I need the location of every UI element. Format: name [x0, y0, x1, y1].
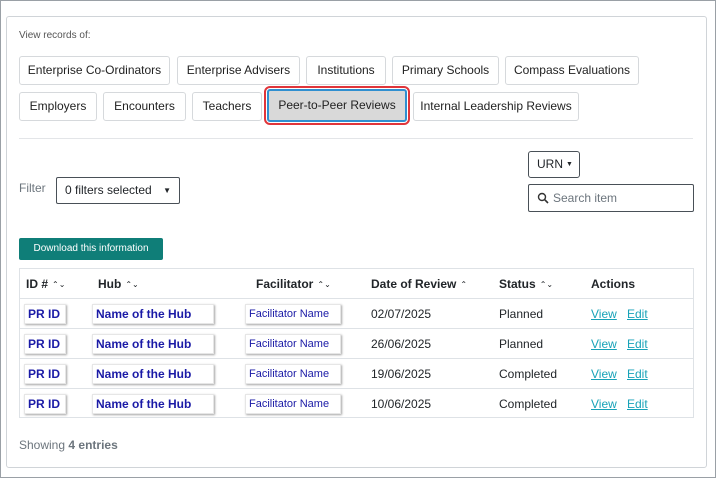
caret-down-icon: ▼	[163, 186, 171, 195]
search-icon	[537, 192, 549, 204]
table-row: PR ID Name of the Hub Facilitator Name 0…	[20, 299, 693, 329]
tab-enterprise-advisers[interactable]: Enterprise Advisers	[177, 56, 300, 85]
pr-id-cell: PR ID	[24, 304, 66, 324]
tab-compass-evaluations[interactable]: Compass Evaluations	[505, 56, 639, 85]
pr-id-cell: PR ID	[24, 364, 66, 384]
edit-link[interactable]: Edit	[627, 337, 648, 351]
facilitator-name-cell: Facilitator Name	[245, 334, 341, 354]
column-header-status[interactable]: Status ⌃⌄	[499, 277, 553, 291]
section-divider	[19, 138, 693, 139]
tab-teachers[interactable]: Teachers	[192, 92, 262, 121]
pr-id-cell: PR ID	[24, 394, 66, 414]
tab-employers[interactable]: Employers	[19, 92, 97, 121]
hub-name-cell: Name of the Hub	[92, 304, 214, 324]
sort-icon: ⌃⌄	[317, 280, 331, 289]
filter-label: Filter	[19, 181, 46, 195]
view-link[interactable]: View	[591, 307, 617, 321]
tab-institutions[interactable]: Institutions	[306, 56, 386, 85]
tab-peer-to-peer-reviews[interactable]: Peer-to-Peer Reviews	[264, 86, 410, 125]
status-cell: Planned	[499, 337, 544, 351]
column-header-id[interactable]: ID # ⌃⌄	[26, 277, 65, 291]
status-cell: Completed	[499, 397, 558, 411]
table-row: PR ID Name of the Hub Facilitator Name 1…	[20, 389, 693, 419]
hub-name-cell: Name of the Hub	[92, 394, 214, 414]
edit-link[interactable]: Edit	[627, 307, 648, 321]
column-header-hub[interactable]: Hub ⌃⌄	[98, 277, 139, 291]
table-row: PR ID Name of the Hub Facilitator Name 2…	[20, 329, 693, 359]
caret-down-icon: ▼	[566, 161, 573, 168]
view-link[interactable]: View	[591, 397, 617, 411]
pr-id-cell: PR ID	[24, 334, 66, 354]
column-header-date[interactable]: Date of Review ⌃	[371, 277, 467, 291]
edit-link[interactable]: Edit	[627, 367, 648, 381]
table-row: PR ID Name of the Hub Facilitator Name 1…	[20, 359, 693, 389]
facilitator-name-cell: Facilitator Name	[245, 304, 341, 324]
review-date-cell: 26/06/2025	[371, 337, 432, 351]
filter-selected-value: 0 filters selected	[65, 183, 152, 197]
tab-primary-schools[interactable]: Primary Schools	[392, 56, 499, 85]
view-records-label: View records of:	[19, 30, 91, 41]
search-box[interactable]	[528, 184, 694, 212]
sort-icon: ⌃⌄	[125, 280, 139, 289]
view-link[interactable]: View	[591, 337, 617, 351]
tab-encounters[interactable]: Encounters	[103, 92, 186, 121]
urn-label: URN	[537, 157, 563, 171]
facilitator-name-cell: Facilitator Name	[245, 394, 341, 414]
sort-icon: ⌃⌄	[52, 280, 66, 289]
review-date-cell: 19/06/2025	[371, 367, 432, 381]
records-card: View records of: Enterprise Co-Ordinator…	[6, 16, 707, 468]
status-cell: Completed	[499, 367, 558, 381]
view-link[interactable]: View	[591, 367, 617, 381]
review-date-cell: 02/07/2025	[371, 307, 432, 321]
tab-internal-leadership-reviews[interactable]: Internal Leadership Reviews	[413, 92, 579, 121]
review-date-cell: 10/06/2025	[371, 397, 432, 411]
hub-name-cell: Name of the Hub	[92, 334, 214, 354]
edit-link[interactable]: Edit	[627, 397, 648, 411]
status-cell: Planned	[499, 307, 544, 321]
column-header-actions: Actions	[591, 277, 636, 291]
entries-count: 4	[68, 438, 76, 452]
hub-name-cell: Name of the Hub	[92, 364, 214, 384]
column-header-facilitator[interactable]: Facilitator ⌃⌄	[256, 277, 331, 291]
reviews-table: ID # ⌃⌄ Hub ⌃⌄ Facilitator ⌃⌄ Date of Revie…	[19, 268, 694, 418]
sort-icon: ⌃⌄	[539, 280, 554, 289]
entries-word: entries	[78, 438, 118, 452]
urn-dropdown-button[interactable]: URN ▼	[528, 151, 580, 178]
facilitator-name-cell: Facilitator Name	[245, 364, 341, 384]
entries-summary: Showing 4 entries	[19, 438, 118, 452]
table-header: ID # ⌃⌄ Hub ⌃⌄ Facilitator ⌃⌄ Date of Revie…	[20, 269, 693, 299]
tab-enterprise-co-ordinators[interactable]: Enterprise Co-Ordinators	[19, 56, 170, 85]
search-input[interactable]	[551, 188, 689, 208]
download-button[interactable]: Download this information	[19, 238, 163, 260]
sort-ascending-icon: ⌃	[460, 280, 468, 289]
filter-dropdown[interactable]: 0 filters selected ▼	[56, 177, 180, 204]
